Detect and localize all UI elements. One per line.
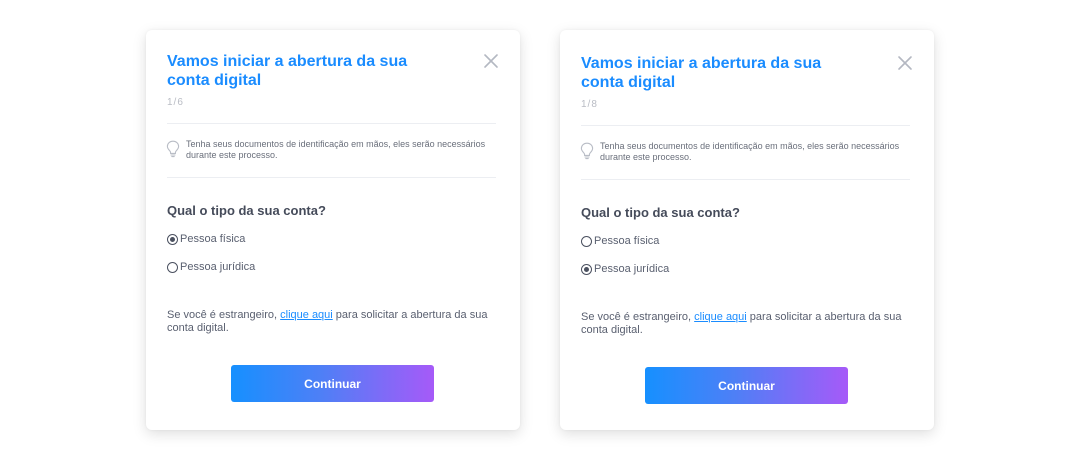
tip-text: Tenha seus documentos de identificação e… [600,141,900,162]
foreigner-notice-prefix: Se você é estrangeiro, [167,309,278,321]
radio-button[interactable] [167,261,178,273]
continue-button[interactable]: Continuar [231,365,434,402]
radio-pessoa-fisica[interactable]: Pessoa física [167,233,245,245]
foreigner-link[interactable]: clique aqui [280,309,333,321]
radio-pessoa-juridica[interactable]: Pessoa jurídica [581,263,669,275]
account-type-question: Qual o tipo da sua conta? [167,203,326,218]
close-icon[interactable] [482,52,500,70]
foreigner-notice: Se você é estrangeiro, clique aqui para … [167,309,497,335]
modal-title: Vamos iniciar a abertura da sua conta di… [167,53,408,89]
foreigner-notice: Se você é estrangeiro, clique aqui para … [581,311,911,337]
account-opening-modal-2: Vamos iniciar a abertura da sua conta di… [560,30,934,430]
divider [581,125,910,126]
radio-pessoa-juridica[interactable]: Pessoa jurídica [167,261,255,273]
divider [167,177,496,178]
radio-label: Pessoa física [594,235,660,247]
radio-button-checked[interactable] [581,263,592,275]
modal-title: Vamos iniciar a abertura da sua conta di… [581,55,822,91]
radio-button[interactable] [581,235,592,247]
radio-label: Pessoa física [180,233,246,245]
continue-button[interactable]: Continuar [645,367,848,404]
step-indicator: 1/6 [167,97,184,108]
radio-pessoa-fisica[interactable]: Pessoa física [581,235,659,247]
account-type-question: Qual o tipo da sua conta? [581,205,740,220]
radio-button-checked[interactable] [167,233,178,245]
lightbulb-icon [166,140,180,158]
step-indicator: 1/8 [581,99,598,110]
divider [167,123,496,124]
foreigner-notice-prefix: Se você é estrangeiro, [581,311,692,323]
tip-text: Tenha seus documentos de identificação e… [186,139,486,160]
foreigner-link[interactable]: clique aqui [694,311,747,323]
radio-label: Pessoa jurídica [180,261,256,273]
close-icon[interactable] [896,54,914,72]
radio-label: Pessoa jurídica [594,263,670,275]
account-opening-modal-1: Vamos iniciar a abertura da sua conta di… [146,30,520,430]
lightbulb-icon [580,142,594,160]
divider [581,179,910,180]
